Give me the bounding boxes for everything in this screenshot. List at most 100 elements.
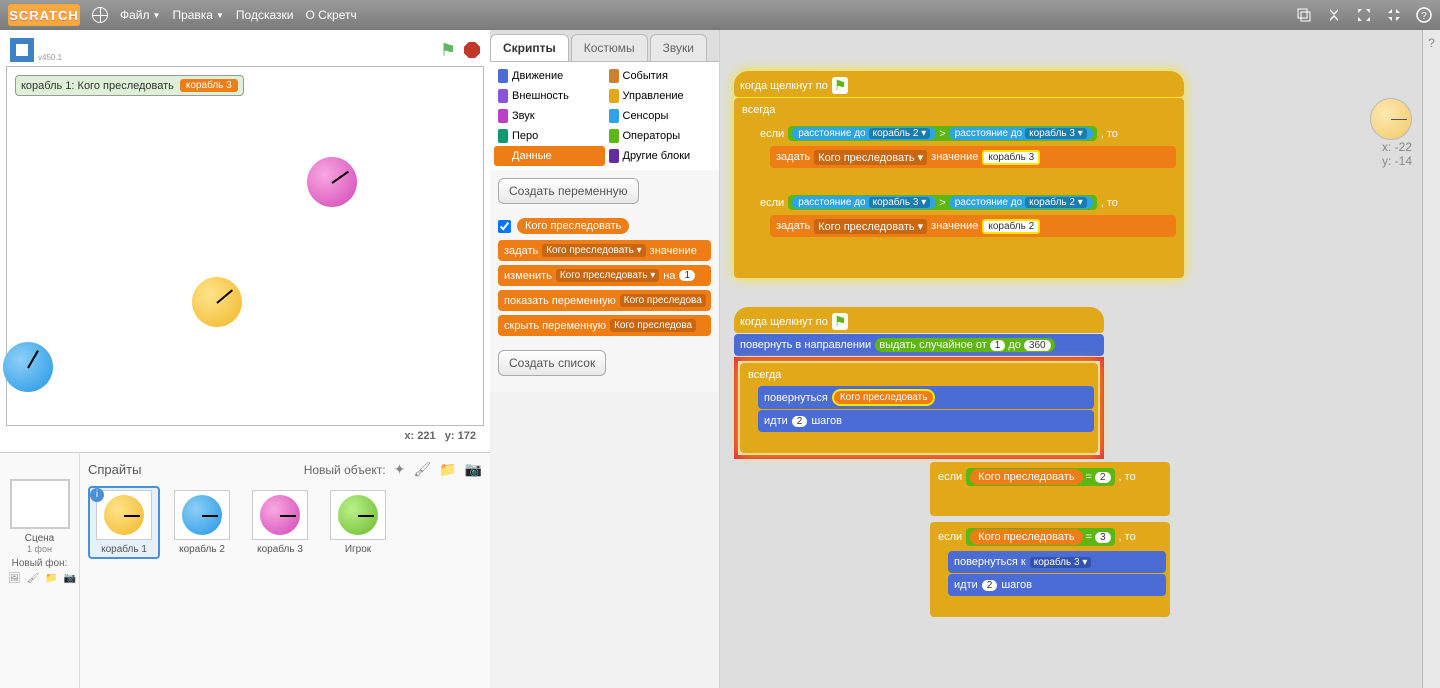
if-block[interactable]: если Кого преследовать = 2 , то [930,462,1170,516]
point-direction-block[interactable]: повернуть в направлении выдать случайное… [734,334,1104,356]
sprite-ship2[interactable] [3,342,53,392]
sprites-title: Спрайты [88,462,141,477]
category-label: Данные [512,150,552,162]
category-swatch [498,109,508,123]
sprite-library-icon[interactable]: ✦ [394,461,406,478]
shrink-icon[interactable] [1386,7,1402,23]
language-icon[interactable] [92,7,108,23]
palette-set-block[interactable]: задатьКого преследовать ▾значение [498,240,711,261]
move-block[interactable]: идти2шагов [948,574,1166,596]
category-label: Перо [512,130,538,142]
sprite-paint-icon[interactable]: 🖌 [413,461,431,478]
scripts-area[interactable]: x: -22 y: -14 когда щелкнут по⚑ всегда е… [720,30,1422,688]
sprite-name: корабль 1 [92,544,156,555]
sprite-item[interactable]: корабль 2 [166,486,238,559]
variable-reporter[interactable]: Кого преследовать [517,218,629,234]
if-block[interactable]: если расстояние докорабль 2 ▾ > расстоян… [752,120,1180,189]
forever-block[interactable]: всегда повернуться Кого преследовать идт… [740,363,1098,453]
help-icon[interactable]: ? [1428,36,1435,50]
script-stack-1[interactable]: когда щелкнут по⚑ всегда если расстояние… [734,70,1184,278]
category-item[interactable]: Операторы [605,126,716,146]
editor-tabs: Скрипты Костюмы Звуки [490,30,719,62]
if-block[interactable]: если расстояние докорабль 3 ▾ > расстоян… [752,189,1180,258]
backdrop-library-icon[interactable]: 🖼 [8,573,21,584]
if-block[interactable]: если Кого преследовать = 3 , то повернут… [930,522,1170,617]
script-stack-3[interactable]: если Кого преследовать = 2 , то если [930,462,1170,617]
category-item[interactable]: Внешность [494,86,605,106]
fullscreen-icon[interactable] [10,38,34,62]
category-item[interactable]: Другие блоки [605,146,716,166]
category-item[interactable]: Управление [605,86,716,106]
category-item[interactable]: Сенсоры [605,106,716,126]
highlight-box: всегда повернуться Кого преследовать идт… [734,357,1104,459]
backdrop-upload-icon[interactable]: 📁 [45,573,57,584]
tab-costumes[interactable]: Костюмы [571,34,648,61]
tab-scripts[interactable]: Скрипты [490,34,569,61]
tab-sounds[interactable]: Звуки [650,34,707,61]
sprite-camera-icon[interactable]: 📷 [465,461,482,478]
sprite-ship1[interactable] [192,277,242,327]
menu-edit[interactable]: Правка▼ [172,8,223,22]
category-item[interactable]: Перо [494,126,605,146]
hat-green-flag[interactable]: когда щелкнут по⚑ [734,307,1104,333]
grow-icon[interactable] [1356,7,1372,23]
sprite-item[interactable]: i корабль 1 [88,486,160,559]
point-towards-block[interactable]: повернуться Кого преследовать [758,386,1094,409]
make-variable-button[interactable]: Создать переменную [498,178,639,204]
sprite-ship3[interactable] [307,157,357,207]
sprite-item[interactable]: корабль 3 [244,486,316,559]
forever-block[interactable]: всегда если расстояние докорабль 2 ▾ > р… [734,98,1184,278]
set-variable-block[interactable]: задать Кого преследовать ▾ значение кора… [770,215,1176,237]
operator-eq[interactable]: Кого преследовать = 3 [966,528,1114,546]
text-input[interactable]: корабль 3 [982,150,1040,165]
sprite-name: корабль 2 [170,544,234,555]
hat-green-flag[interactable]: когда щелкнут по⚑ [734,71,1184,97]
stage-thumbnail[interactable] [10,479,70,529]
category-item[interactable]: Данные [494,146,605,166]
monitor-value: корабль 3 [180,79,238,92]
variable-reporter[interactable]: Кого преследовать [832,389,936,406]
category-item[interactable]: Движение [494,66,605,86]
palette-show-block[interactable]: показать переменнуюКого преследова [498,290,711,311]
sprite-panel: Сцена 1 фон Новый фон: 🖼 🖌 📁 📷 Спрайты Н… [0,452,490,688]
help-icon[interactable]: ? [1416,7,1432,23]
menu-tips[interactable]: Подсказки [236,8,294,22]
delete-icon[interactable] [1326,7,1342,23]
category-item[interactable]: Звук [494,106,605,126]
make-list-button[interactable]: Создать список [498,350,606,376]
scratch-logo[interactable]: SCRATCH [8,4,80,26]
duplicate-icon[interactable] [1296,7,1312,23]
text-input[interactable]: корабль 2 [982,219,1040,234]
sprite-item[interactable]: Игрок [322,486,394,559]
menu-file[interactable]: Файл▼ [120,8,160,22]
variable-checkbox[interactable] [498,220,511,233]
category-item[interactable]: События [605,66,716,86]
backdrop-camera-icon[interactable]: 📷 [64,573,76,584]
script-stack-2[interactable]: когда щелкнут по⚑ повернуть в направлени… [734,306,1104,459]
operator-eq[interactable]: Кого преследовать = 2 [966,468,1114,486]
stage[interactable]: корабль 1: Кого преследовать корабль 3 [6,66,484,426]
category-swatch [498,69,508,83]
sprite-info-icon[interactable]: i [90,488,104,502]
stage-selector[interactable]: Сцена 1 фон Новый фон: 🖼 🖌 📁 📷 [0,453,80,688]
sensing-distance[interactable]: расстояние докорабль 2 ▾ [792,127,936,140]
version-label: v450.1 [38,53,62,62]
palette-change-block[interactable]: изменитьКого преследовать ▾на1 [498,265,711,286]
tips-panel-collapsed[interactable]: ? [1422,30,1440,688]
sprite-upload-icon[interactable]: 📁 [439,461,456,478]
operator-gt[interactable]: расстояние докорабль 2 ▾ > расстояние до… [788,126,1097,141]
stop-icon[interactable] [464,42,480,58]
move-block[interactable]: идти2шагов [758,410,1094,432]
menu-about[interactable]: О Скретч [305,8,356,22]
point-towards-block[interactable]: повернуться к корабль 3 ▾ [948,551,1166,573]
stage-coords: x: 221 y: 172 [6,426,484,446]
variable-monitor[interactable]: корабль 1: Кого преследовать корабль 3 [15,75,244,96]
backdrop-paint-icon[interactable]: 🖌 [27,573,40,584]
set-variable-block[interactable]: задать Кого преследовать ▾ значение кора… [770,146,1176,168]
green-flag-icon[interactable]: ⚑ [440,40,456,61]
category-label: Другие блоки [623,150,691,162]
sensing-distance[interactable]: расстояние докорабль 3 ▾ [949,127,1093,140]
operator-gt[interactable]: расстояние докорабль 3 ▾ > расстояние до… [788,195,1097,210]
operator-random[interactable]: выдать случайное от1до360 [875,338,1054,352]
palette-hide-block[interactable]: скрыть переменнуюКого преследова [498,315,711,336]
